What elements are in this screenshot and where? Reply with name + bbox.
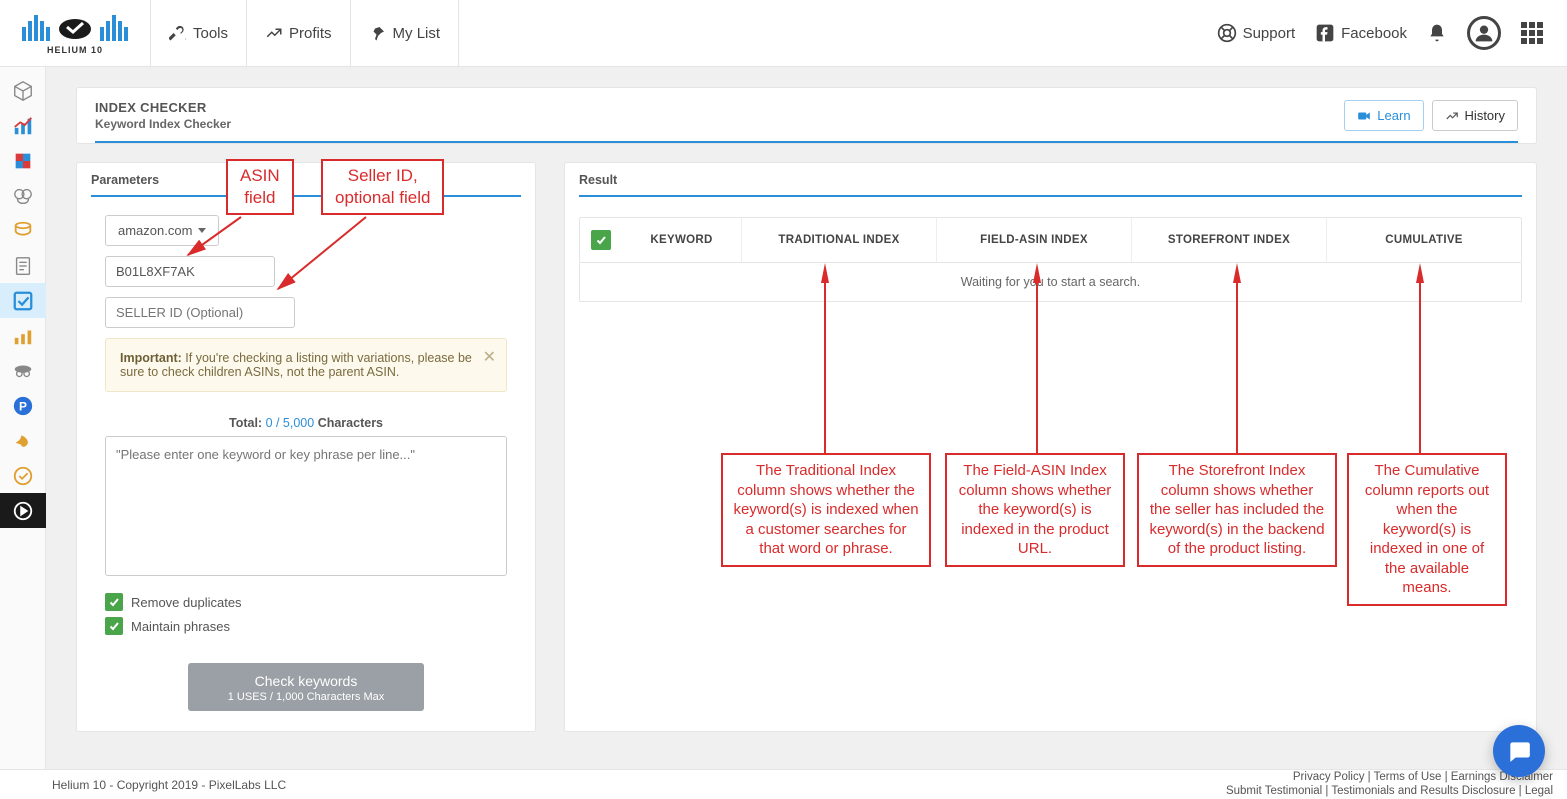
svg-text:HELIUM 10: HELIUM 10: [47, 45, 103, 55]
waiting-message: Waiting for you to start a search.: [579, 263, 1522, 302]
account-avatar[interactable]: [1467, 16, 1501, 50]
col-keyword: KEYWORD: [622, 218, 742, 262]
learn-label: Learn: [1377, 108, 1410, 123]
user-icon: [1474, 23, 1494, 43]
footer-copyright: Helium 10 - Copyright 2019 - PixelLabs L…: [52, 778, 286, 792]
sidebar-item-doc[interactable]: [0, 248, 46, 283]
result-heading: Result: [565, 163, 1536, 195]
nav-tab-mylist[interactable]: My List: [351, 0, 460, 66]
sidebar-item-box[interactable]: [0, 73, 46, 108]
callout-storefront: The Storefront Index column shows whethe…: [1137, 453, 1337, 567]
char-count: Total: 0 / 5,000 Characters: [105, 416, 507, 430]
footer-links[interactable]: Privacy Policy | Terms of Use | Earnings…: [1226, 771, 1553, 799]
callout-cumulative: The Cumulative column reports out when t…: [1347, 453, 1507, 606]
nav-tab-profits[interactable]: Profits: [247, 0, 351, 66]
check-btn-line1: Check keywords: [228, 673, 385, 689]
col-field-asin: FIELD-ASIN INDEX: [937, 218, 1132, 262]
asin-input[interactable]: [105, 256, 275, 287]
col-storefront: STOREFRONT INDEX: [1132, 218, 1327, 262]
keywords-textarea[interactable]: [105, 436, 507, 576]
check-keywords-button[interactable]: Check keywords 1 USES / 1,000 Characters…: [188, 663, 425, 711]
callout-field-asin: The Field-ASIN Index column shows whethe…: [945, 453, 1125, 567]
nav-tab-label: My List: [393, 25, 441, 42]
nav-tab-tools[interactable]: Tools: [150, 0, 247, 66]
maintain-phrases-checkbox[interactable]: Maintain phrases: [105, 617, 507, 635]
history-button[interactable]: History: [1432, 100, 1518, 131]
check-btn-line2: 1 USES / 1,000 Characters Max: [228, 691, 385, 703]
remove-dup-label: Remove duplicates: [131, 595, 242, 610]
page-header: INDEX CHECKER Keyword Index Checker Lear…: [76, 87, 1537, 144]
alert-bold: Important:: [120, 351, 182, 365]
page-title: INDEX CHECKER: [95, 100, 231, 115]
parameters-panel: Parameters amazon.com Important: If you'…: [76, 162, 536, 732]
sidebar-item-index-checker[interactable]: [0, 283, 46, 318]
support-label: Support: [1243, 25, 1296, 42]
total-suffix: Characters: [314, 416, 383, 430]
bell-icon: [1427, 23, 1447, 43]
app-body: P INDEX CHECKER Keyword Index Checker Le…: [0, 67, 1567, 769]
sidebar: P: [0, 67, 46, 769]
result-table-header: KEYWORD TRADITIONAL INDEX FIELD-ASIN IND…: [579, 217, 1522, 263]
nav-right: Support Facebook: [1217, 16, 1557, 50]
chat-button[interactable]: [1493, 725, 1545, 777]
col-traditional: TRADITIONAL INDEX: [742, 218, 937, 262]
nav-tab-label: Tools: [193, 25, 228, 42]
svg-text:P: P: [19, 399, 27, 413]
pin-icon: [369, 24, 387, 42]
marketplace-value: amazon.com: [118, 223, 192, 238]
apps-grid-button[interactable]: [1521, 22, 1543, 44]
total-prefix: Total:: [229, 416, 266, 430]
callout-seller-id: Seller ID, optional field: [321, 159, 444, 215]
sidebar-item-p[interactable]: P: [0, 388, 46, 423]
sidebar-item-spy[interactable]: [0, 353, 46, 388]
check-icon: [105, 593, 123, 611]
remove-duplicates-checkbox[interactable]: Remove duplicates: [105, 593, 507, 611]
profits-icon: [265, 24, 283, 42]
callout-asin-field: ASIN field: [226, 159, 294, 215]
footer: Helium 10 - Copyright 2019 - PixelLabs L…: [0, 769, 1567, 799]
total-count: 0 / 5,000: [266, 416, 315, 430]
nav-tab-label: Profits: [289, 25, 332, 42]
sidebar-item-play[interactable]: [0, 493, 46, 528]
facebook-label: Facebook: [1341, 25, 1407, 42]
chat-icon: [1506, 738, 1532, 764]
seller-id-input[interactable]: [105, 297, 295, 328]
facebook-icon: [1315, 23, 1335, 43]
history-label: History: [1465, 108, 1505, 123]
main-area: INDEX CHECKER Keyword Index Checker Lear…: [46, 67, 1567, 769]
marketplace-dropdown[interactable]: amazon.com: [105, 215, 219, 246]
sidebar-item-brain[interactable]: [0, 178, 46, 213]
sidebar-item-chart[interactable]: [0, 108, 46, 143]
facebook-link[interactable]: Facebook: [1315, 23, 1407, 43]
sidebar-item-puzzle[interactable]: [0, 143, 46, 178]
parameters-heading: Parameters: [77, 163, 535, 195]
alert-close-icon[interactable]: ✕: [483, 347, 496, 367]
logo[interactable]: HELIUM 10: [0, 9, 150, 57]
top-nav: HELIUM 10 Tools Profits My List Support …: [0, 0, 1567, 67]
footer-links-line2: Submit Testimonial | Testimonials and Re…: [1226, 785, 1553, 799]
nav-tabs: Tools Profits My List: [150, 0, 459, 66]
maintain-label: Maintain phrases: [131, 619, 230, 634]
check-icon: [591, 230, 611, 250]
notifications-button[interactable]: [1427, 23, 1447, 43]
video-icon: [1357, 109, 1371, 123]
support-icon: [1217, 23, 1237, 43]
learn-button[interactable]: Learn: [1344, 100, 1423, 131]
select-all-checkbox[interactable]: [580, 230, 622, 250]
columns: Parameters amazon.com Important: If you'…: [76, 162, 1537, 732]
support-link[interactable]: Support: [1217, 23, 1296, 43]
tools-icon: [169, 24, 187, 42]
grid-icon: [1521, 22, 1543, 44]
sidebar-item-shield[interactable]: [0, 458, 46, 493]
sidebar-item-lamp[interactable]: [0, 423, 46, 458]
callout-traditional: The Traditional Index column shows wheth…: [721, 453, 931, 567]
result-panel: Result KEYWORD TRADITIONAL INDEX FIELD-A…: [564, 162, 1537, 732]
sidebar-item-trend[interactable]: [0, 318, 46, 353]
history-icon: [1445, 109, 1459, 123]
col-cumulative: CUMULATIVE: [1327, 218, 1521, 262]
page-subtitle: Keyword Index Checker: [95, 117, 231, 131]
check-icon: [105, 617, 123, 635]
sidebar-item-bucket[interactable]: [0, 213, 46, 248]
important-alert: Important: If you're checking a listing …: [105, 338, 507, 392]
